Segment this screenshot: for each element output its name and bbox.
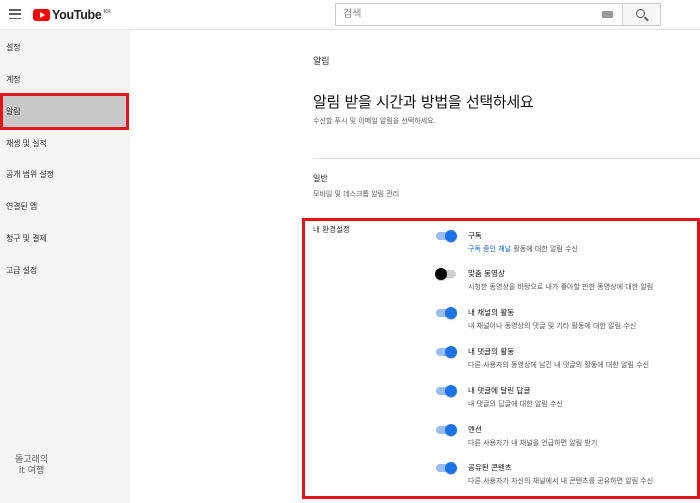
pref-title: 맞춤 동영상	[468, 269, 505, 278]
pref-row-shared-content: 공유된 콘텐츠 다른 사용자가 자신의 채널에서 내 콘텐츠를 공유하면 알림 …	[436, 462, 698, 490]
sidebar-item-advanced[interactable]: 고급 설정	[6, 265, 37, 276]
pref-description: 내 댓글의 답글에 대한 알림 수신	[468, 400, 563, 408]
hamburger-menu-icon[interactable]	[9, 9, 21, 20]
toggle-shared-content[interactable]	[436, 462, 457, 474]
search-box	[335, 3, 661, 26]
watermark: 돌고래의 it 여행	[15, 455, 48, 477]
toggle-subscriptions[interactable]	[436, 230, 457, 242]
toggle-knob	[445, 424, 457, 436]
sidebar-item-connected-apps[interactable]: 연결된 앱	[6, 201, 37, 212]
toggle-knob	[445, 385, 457, 397]
divider	[313, 158, 700, 159]
pref-title: 구독	[468, 231, 482, 240]
page-label: 알림	[313, 57, 330, 67]
magnifier-icon	[636, 9, 645, 18]
toggle-knob	[445, 462, 457, 474]
sidebar-item-settings[interactable]: 설정	[6, 42, 21, 53]
pref-description: 다른 사용자의 동영상에 남긴 내 댓글의 활동에 대한 알림 수신	[468, 361, 650, 369]
section-description: 모바일 및 데스크톱 알림 관리	[313, 190, 400, 198]
pref-row-replies: 내 댓글에 달린 답글 내 댓글의 답글에 대한 알림 수신	[436, 385, 698, 413]
pref-desc-text: 활동에 대한 알림 수신	[511, 245, 578, 253]
search-input[interactable]	[336, 4, 602, 25]
sidebar-item-account[interactable]: 계정	[6, 74, 21, 85]
logo-text: YouTube	[52, 8, 102, 22]
toggle-mentions[interactable]	[436, 424, 457, 436]
toggle-replies[interactable]	[436, 385, 457, 397]
watermark-line2: it 여행	[18, 466, 45, 476]
toggle-knob	[445, 307, 457, 319]
pref-description: 다른 사용자가 자신의 채널에서 내 콘텐츠를 공유하면 알림 수신	[468, 477, 654, 485]
youtube-logo[interactable]: YouTube KR	[33, 8, 111, 22]
toggle-knob	[445, 230, 457, 242]
pref-row-mentions: 멘션 다른 사용자가 내 채널을 언급하면 알림 받기	[436, 424, 698, 452]
logo-region: KR	[103, 8, 111, 15]
toggle-recommended[interactable]	[435, 268, 456, 280]
search-button[interactable]	[622, 4, 660, 25]
toggle-comment-activity[interactable]	[436, 346, 457, 358]
subscribed-channels-link[interactable]: 구독 중인 채널	[468, 245, 511, 253]
pref-row-comment-activity: 내 댓글의 활동 다른 사용자의 동영상에 남긴 내 댓글의 활동에 대한 알림…	[436, 346, 698, 374]
watermark-line1: 돌고래의	[15, 455, 49, 465]
pref-title: 내 댓글에 달린 답글	[468, 386, 531, 395]
sidebar-item-playback[interactable]: 재생 및 실적	[6, 138, 47, 149]
preferences-label: 내 환경설정	[313, 225, 350, 234]
sidebar-highlight-box	[0, 93, 129, 130]
pref-description: 다른 사용자가 내 채널을 언급하면 알림 받기	[468, 439, 598, 447]
toggle-knob	[445, 346, 457, 358]
toggle-channel-activity[interactable]	[436, 307, 457, 319]
pref-description: 시청한 동영상을 바탕으로 내가 좋아할 만한 동영상에 대한 알림	[468, 283, 654, 291]
keyboard-icon[interactable]	[602, 11, 613, 18]
pref-title: 멘션	[468, 425, 482, 434]
pref-title: 내 채널의 활동	[468, 308, 515, 317]
youtube-play-icon	[33, 9, 50, 21]
pref-title: 내 댓글의 활동	[468, 347, 515, 356]
pref-description: 내 채널이나 동영상의 댓글 및 기타 활동에 대한 알림 수신	[468, 322, 637, 330]
pref-row-recommended: 맞춤 동영상 시청한 동영상을 바탕으로 내가 좋아할 만한 동영상에 대한 알…	[435, 268, 698, 296]
page-title: 알림 받을 시간과 방법을 선택하세요	[313, 93, 534, 111]
section-title: 일반	[313, 174, 328, 183]
pref-title: 공유된 콘텐츠	[468, 463, 512, 472]
top-bar: YouTube KR	[0, 0, 700, 30]
toggle-knob	[435, 268, 447, 280]
pref-description: 구독 중인 채널 활동에 대한 알림 수신	[468, 244, 578, 254]
pref-row-channel-activity: 내 채널의 활동 내 채널이나 동영상의 댓글 및 기타 활동에 대한 알림 수…	[436, 307, 698, 335]
sidebar-item-billing[interactable]: 청구 및 결제	[6, 233, 47, 244]
page-description: 수신할 푸시 및 이메일 알림을 선택하세요.	[313, 117, 436, 125]
sidebar-item-privacy[interactable]: 공개 범위 설정	[6, 169, 54, 180]
pref-row-subscriptions: 구독 구독 중인 채널 활동에 대한 알림 수신	[436, 230, 698, 258]
